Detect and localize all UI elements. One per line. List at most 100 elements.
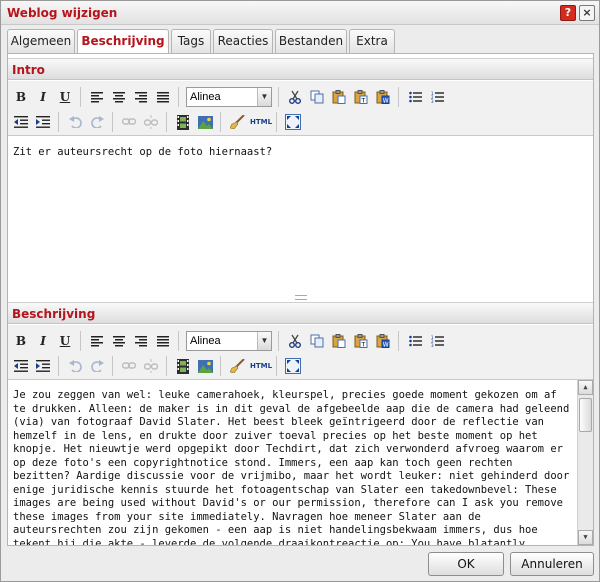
- cleanup-icon[interactable]: [227, 112, 247, 132]
- fullscreen-icon[interactable]: [283, 356, 303, 376]
- bold-icon[interactable]: B: [11, 87, 31, 107]
- paste-text-icon[interactable]: T: [351, 331, 371, 351]
- cut-icon[interactable]: [285, 331, 305, 351]
- format-select-value: Alinea: [190, 91, 221, 103]
- intro-resize-handle[interactable]: [295, 295, 307, 300]
- toolbar-separator: [58, 112, 59, 132]
- intro-editor[interactable]: Zit er auteursrecht op de foto hiernaast…: [8, 136, 593, 301]
- tab-extra[interactable]: Extra: [349, 29, 395, 53]
- redo-icon[interactable]: [87, 112, 107, 132]
- align-left-icon[interactable]: [87, 331, 107, 351]
- italic-icon[interactable]: I: [33, 331, 53, 351]
- tab-panel-beschrijving: Intro B I U Alinea ▼ T W 1 2 3 HTML Zit …: [7, 53, 594, 546]
- chevron-down-icon[interactable]: ▼: [257, 332, 271, 350]
- numbered-list-icon[interactable]: 123: [427, 331, 447, 351]
- media-icon[interactable]: [173, 112, 193, 132]
- toolbar-separator: [220, 112, 221, 132]
- undo-icon[interactable]: [65, 112, 85, 132]
- title-bar: Weblog wijzigen ? ×: [1, 1, 599, 25]
- toolbar-separator: [80, 331, 81, 351]
- svg-text:T: T: [361, 342, 366, 349]
- cut-icon[interactable]: [285, 87, 305, 107]
- toolbar-separator: [398, 87, 399, 107]
- indent-icon[interactable]: [33, 112, 53, 132]
- format-select[interactable]: Alinea ▼: [186, 331, 272, 351]
- tab-reacties[interactable]: Reacties: [213, 29, 273, 53]
- outdent-icon[interactable]: [11, 112, 31, 132]
- outdent-icon[interactable]: [11, 356, 31, 376]
- cleanup-icon[interactable]: [227, 356, 247, 376]
- align-right-icon[interactable]: [131, 331, 151, 351]
- html-source-icon[interactable]: HTML: [249, 112, 273, 132]
- scroll-up-icon[interactable]: ▲: [578, 380, 593, 395]
- italic-icon[interactable]: I: [33, 87, 53, 107]
- undo-icon[interactable]: [65, 356, 85, 376]
- unlink-icon[interactable]: [141, 112, 161, 132]
- cancel-button[interactable]: Annuleren: [510, 552, 594, 576]
- tab-bestanden[interactable]: Bestanden: [275, 29, 347, 53]
- toolbar-separator: [220, 356, 221, 376]
- copy-icon[interactable]: [307, 331, 327, 351]
- paste-icon[interactable]: [329, 331, 349, 351]
- paste-word-icon[interactable]: W: [373, 87, 393, 107]
- intro-heading: Intro: [12, 63, 45, 77]
- intro-section-header: Intro: [8, 58, 593, 80]
- image-icon[interactable]: [195, 356, 215, 376]
- format-select[interactable]: Alinea ▼: [186, 87, 272, 107]
- align-justify-icon[interactable]: [153, 331, 173, 351]
- description-scrollbar[interactable]: ▲ ▼: [577, 380, 593, 545]
- scroll-down-icon[interactable]: ▼: [578, 530, 593, 545]
- tab-algemeen[interactable]: Algemeen: [7, 29, 75, 53]
- link-icon[interactable]: [119, 112, 139, 132]
- toolbar-separator: [276, 112, 277, 132]
- help-icon[interactable]: ?: [560, 5, 576, 21]
- scrollbar-thumb[interactable]: [579, 398, 592, 432]
- toolbar-separator: [58, 356, 59, 376]
- toolbar-separator: [166, 112, 167, 132]
- html-source-icon[interactable]: HTML: [249, 356, 273, 376]
- description-editor[interactable]: Je zou zeggen van wel: leuke camerahoek,…: [8, 380, 593, 545]
- chevron-down-icon[interactable]: ▼: [257, 88, 271, 106]
- underline-icon[interactable]: U: [55, 331, 75, 351]
- svg-text:3: 3: [431, 343, 434, 347]
- ok-button[interactable]: OK: [428, 552, 504, 576]
- tab-beschrijving[interactable]: Beschrijving: [77, 29, 169, 54]
- image-icon[interactable]: [195, 112, 215, 132]
- fullscreen-icon[interactable]: [283, 112, 303, 132]
- toolbar-separator: [112, 356, 113, 376]
- description-section-header: Beschrijving: [8, 302, 593, 324]
- align-center-icon[interactable]: [109, 331, 129, 351]
- media-icon[interactable]: [173, 356, 193, 376]
- align-right-icon[interactable]: [131, 87, 151, 107]
- unlink-icon[interactable]: [141, 356, 161, 376]
- underline-icon[interactable]: U: [55, 87, 75, 107]
- toolbar-separator: [112, 112, 113, 132]
- redo-icon[interactable]: [87, 356, 107, 376]
- copy-icon[interactable]: [307, 87, 327, 107]
- toolbar-separator: [178, 87, 179, 107]
- description-toolbar: B I U Alinea ▼ T W 1 2 3 HTML: [8, 325, 593, 380]
- toolbar-separator: [276, 356, 277, 376]
- svg-text:T: T: [361, 98, 366, 105]
- svg-text:3: 3: [431, 99, 434, 103]
- bullet-list-icon[interactable]: [405, 331, 425, 351]
- svg-text:W: W: [383, 98, 389, 105]
- paste-word-icon[interactable]: W: [373, 331, 393, 351]
- align-justify-icon[interactable]: [153, 87, 173, 107]
- toolbar-separator: [80, 87, 81, 107]
- intro-content: Zit er auteursrecht op de foto hiernaast…: [13, 146, 273, 158]
- svg-text:W: W: [383, 342, 389, 349]
- link-icon[interactable]: [119, 356, 139, 376]
- numbered-list-icon[interactable]: 123: [427, 87, 447, 107]
- paste-text-icon[interactable]: T: [351, 87, 371, 107]
- indent-icon[interactable]: [33, 356, 53, 376]
- align-center-icon[interactable]: [109, 87, 129, 107]
- toolbar-separator: [278, 331, 279, 351]
- bullet-list-icon[interactable]: [405, 87, 425, 107]
- bold-icon[interactable]: B: [11, 331, 31, 351]
- align-left-icon[interactable]: [87, 87, 107, 107]
- intro-toolbar: B I U Alinea ▼ T W 1 2 3 HTML: [8, 81, 593, 136]
- close-icon[interactable]: ×: [579, 5, 595, 21]
- paste-icon[interactable]: [329, 87, 349, 107]
- tab-tags[interactable]: Tags: [171, 29, 211, 53]
